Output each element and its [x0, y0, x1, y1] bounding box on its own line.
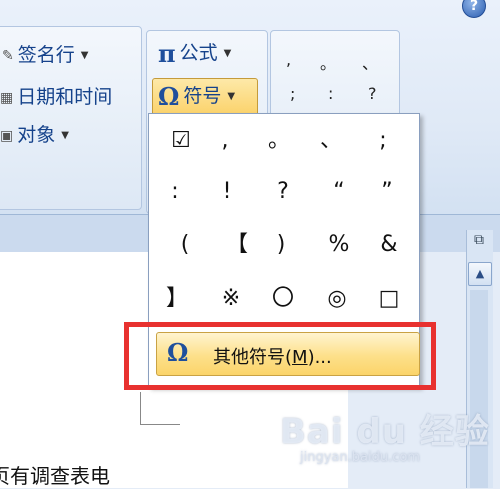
formula-button[interactable]: π 公式 ▼: [158, 38, 231, 68]
symbol-item[interactable]: “: [314, 170, 364, 214]
watermark-logo: Bai du 经验: [280, 412, 490, 452]
object-label: 对象: [17, 124, 56, 146]
quick-symbol[interactable]: ,: [286, 50, 291, 69]
object-icon: ▣: [0, 127, 14, 144]
symbol-item[interactable]: ;: [358, 119, 408, 163]
object-button[interactable]: ▣ 对象 ▼: [0, 120, 69, 147]
datetime-button[interactable]: ▦ 日期和时间: [0, 82, 112, 109]
symbol-item[interactable]: ☑: [156, 119, 206, 163]
datetime-label: 日期和时间: [17, 86, 113, 108]
watermark: Bai du 经验 jingyan.baidu.com: [280, 392, 500, 488]
calendar-icon: ▦: [0, 89, 14, 106]
symbol-item[interactable]: 。: [254, 119, 304, 163]
symbol-item[interactable]: 、: [306, 119, 356, 163]
omega-icon: Ω: [158, 82, 180, 111]
quick-symbol[interactable]: ;: [290, 84, 295, 103]
symbol-item[interactable]: ): [256, 223, 306, 267]
signature-line-button[interactable]: ✎ 签名行 ▼: [2, 40, 88, 67]
ruler-toggle-icon[interactable]: ⧉: [468, 232, 490, 254]
symbol-item[interactable]: □: [364, 277, 414, 321]
symbol-item[interactable]: (: [160, 223, 210, 267]
symbol-item[interactable]: ※: [206, 277, 256, 321]
signature-line-label: 签名行: [17, 44, 75, 66]
symbol-item[interactable]: &: [364, 223, 414, 267]
chevron-down-icon: ▼: [227, 91, 236, 102]
pi-icon: π: [158, 39, 176, 68]
symbol-button-content[interactable]: Ω 符号 ▼: [158, 81, 235, 111]
highlight-box: [124, 322, 436, 390]
symbol-item[interactable]: ?: [258, 170, 308, 214]
quick-symbol[interactable]: ?: [368, 84, 377, 103]
symbol-item[interactable]: ◎: [312, 277, 362, 321]
quick-symbol[interactable]: 。: [320, 50, 336, 74]
signature-icon: ✎: [2, 47, 14, 64]
chevron-down-icon: ▼: [223, 48, 232, 59]
formula-label: 公式: [179, 42, 218, 64]
symbol-label: 符号: [183, 85, 222, 107]
symbol-item[interactable]: 〇: [258, 277, 308, 321]
symbol-item[interactable]: :: [150, 170, 200, 214]
symbol-item[interactable]: 【: [212, 223, 262, 267]
quick-symbol[interactable]: 、: [362, 50, 378, 74]
symbol-item[interactable]: ,: [200, 119, 250, 163]
symbol-item[interactable]: !: [202, 170, 252, 214]
help-icon[interactable]: ?: [462, 0, 486, 18]
margin-marker: [140, 424, 180, 425]
symbol-item[interactable]: %: [314, 223, 364, 267]
chevron-down-icon: ▼: [80, 50, 89, 61]
margin-marker: [140, 392, 141, 424]
chevron-down-icon: ▼: [61, 130, 69, 141]
watermark-url: jingyan.baidu.com: [300, 450, 420, 465]
document-text: 页有调查表电: [0, 464, 110, 488]
symbol-item[interactable]: ”: [362, 170, 412, 214]
scroll-up-button[interactable]: ▲: [468, 262, 492, 286]
symbol-item[interactable]: 】: [152, 277, 202, 321]
quick-symbol[interactable]: :: [328, 84, 333, 103]
